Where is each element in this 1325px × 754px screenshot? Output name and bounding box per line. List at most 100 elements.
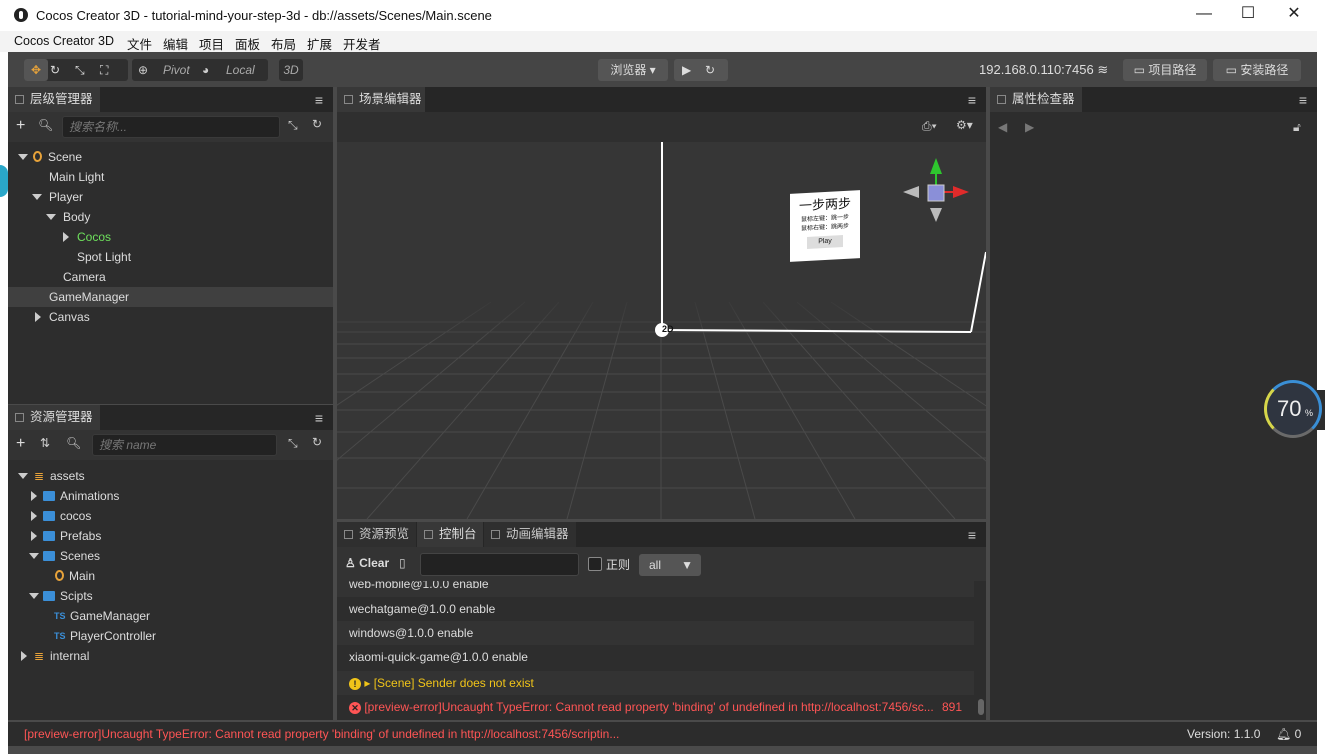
collapsed-arrow-icon[interactable] xyxy=(35,312,41,322)
tab-hierarchy[interactable]: 层级管理器 xyxy=(8,87,100,112)
gear-icon[interactable]: ⚙▾ xyxy=(956,118,973,132)
menu-cocos[interactable]: Cocos Creator 3D xyxy=(14,34,114,48)
panel-menu-icon[interactable]: ≡ xyxy=(968,527,976,543)
local-toggle[interactable]: Local xyxy=(226,59,255,81)
notification-bell[interactable]: 🔔︎ 0 xyxy=(1276,727,1301,741)
panel-menu-icon[interactable]: ≡ xyxy=(968,92,976,108)
tab-assets[interactable]: 资源管理器 xyxy=(8,405,100,430)
mode-3d-button[interactable]: 3D xyxy=(279,59,303,81)
search-filter-icon[interactable]: 🔍︎ xyxy=(66,436,81,450)
refresh-icon[interactable]: ↻ xyxy=(312,117,322,131)
hierarchy-search-input[interactable]: 搜索名称... xyxy=(62,116,280,138)
menu-edit[interactable]: 编辑 xyxy=(163,34,188,53)
menu-project[interactable]: 项目 xyxy=(199,34,224,53)
tree-node-body[interactable]: Body xyxy=(8,207,333,227)
warning-line[interactable]: ! ▸ [Scene] Sender does not exist xyxy=(337,671,974,695)
globe-icon[interactable]: ◕ xyxy=(202,59,209,81)
asset-node-playercontroller[interactable]: TS PlayerController xyxy=(8,626,333,646)
tree-node-player[interactable]: Player xyxy=(8,187,333,207)
forward-arrow-icon[interactable]: ▶ xyxy=(1025,120,1034,134)
refresh-icon[interactable]: ↻ xyxy=(705,59,715,81)
pivot-toggle[interactable]: Pivot xyxy=(163,59,190,81)
expand-arrow-icon[interactable] xyxy=(29,593,39,599)
minimize-button[interactable]: — xyxy=(1190,5,1218,23)
collapsed-arrow-icon[interactable] xyxy=(31,491,37,501)
camera-icon[interactable]: ⎙▾ xyxy=(922,119,937,134)
tab-scene-editor[interactable]: 场景编辑器 xyxy=(337,87,425,112)
assets-search-input[interactable]: 搜索 name xyxy=(92,434,277,456)
collapsed-arrow-icon[interactable] xyxy=(31,531,37,541)
menu-extension[interactable]: 扩展 xyxy=(307,34,332,53)
folder-icon xyxy=(43,491,55,501)
search-filter-icon[interactable]: 🔍︎ xyxy=(38,118,53,132)
rotate-tool-icon[interactable]: ↻ xyxy=(50,59,60,81)
sort-icon[interactable]: ⇅ xyxy=(40,436,50,450)
tree-node-spot-light[interactable]: Spot Light xyxy=(8,247,333,267)
project-path-button[interactable]: ▭ 项目路径 xyxy=(1123,59,1207,81)
refresh-icon[interactable]: ↻ xyxy=(312,435,322,449)
tab-animation-editor[interactable]: 动画编辑器 xyxy=(484,522,576,547)
view-gizmo[interactable] xyxy=(903,158,969,222)
maximize-button[interactable]: ☐ xyxy=(1234,3,1262,23)
tree-node-main-light[interactable]: Main Light xyxy=(8,167,333,187)
asset-node-cocos[interactable]: cocos xyxy=(8,506,333,526)
close-button[interactable]: ✕ xyxy=(1280,3,1308,23)
rect-tool-icon[interactable]: ⛶ xyxy=(100,59,108,81)
log-level-select[interactable]: all ▼ xyxy=(639,554,701,576)
performance-badge[interactable]: 70 % xyxy=(1264,380,1322,438)
tree-node-cocos[interactable]: Cocos xyxy=(8,227,333,247)
panel-menu-icon[interactable]: ≡ xyxy=(315,92,323,108)
console-scrollbar[interactable] xyxy=(978,699,984,715)
asset-node-main[interactable]: Main xyxy=(8,566,333,586)
asset-node-scipts[interactable]: Scipts xyxy=(8,586,333,606)
status-error-text[interactable]: [preview-error]Uncaught TypeError: Canno… xyxy=(24,727,619,741)
install-path-button[interactable]: ▭ 安装路径 xyxy=(1213,59,1301,81)
asset-node-assets[interactable]: ≣ assets xyxy=(8,466,333,486)
collapsed-arrow-icon[interactable] xyxy=(63,232,69,242)
tab-inspector[interactable]: 属性检查器 xyxy=(990,87,1082,112)
panel-menu-icon[interactable]: ≡ xyxy=(315,410,323,426)
move-tool-icon[interactable]: ✥ xyxy=(24,59,48,81)
play-icon[interactable]: ▶ xyxy=(682,59,691,81)
tab-asset-preview[interactable]: 资源预览 xyxy=(337,522,416,547)
clear-button[interactable]: ♙ Clear xyxy=(345,556,389,570)
menu-layout[interactable]: 布局 xyxy=(271,34,296,53)
lock-icon[interactable]: 🔓︎ xyxy=(1293,120,1301,135)
pivot-icon[interactable]: ⊕ xyxy=(138,59,148,81)
tree-node-gamemanager[interactable]: GameManager xyxy=(8,287,333,307)
expand-arrow-icon[interactable] xyxy=(32,194,42,200)
panel-menu-icon[interactable]: ≡ xyxy=(1299,92,1307,108)
tab-console[interactable]: 控制台 xyxy=(417,522,483,547)
collapse-icon[interactable]: ⤡ xyxy=(288,118,298,133)
collapsed-arrow-icon[interactable] xyxy=(21,651,27,661)
expand-arrow-icon[interactable] xyxy=(18,473,28,479)
expand-arrow-icon[interactable]: ▸ xyxy=(364,676,370,690)
expand-arrow-icon[interactable] xyxy=(18,154,28,160)
expand-arrow-icon[interactable] xyxy=(29,553,39,559)
scene-viewport[interactable]: 2D 一步两步 鼠标左键：跳一步 鼠标右键：跳两步 Play xyxy=(337,142,986,519)
expand-arrow-icon[interactable] xyxy=(46,214,56,220)
open-log-icon[interactable]: ▯ xyxy=(399,556,406,570)
asset-node-gamemanager[interactable]: TS GameManager xyxy=(8,606,333,626)
asset-node-internal[interactable]: ≣ internal xyxy=(8,646,333,666)
console-toolbar: ♙ Clear ▯ 正则 all ▼ xyxy=(337,547,986,581)
asset-node-scenes[interactable]: Scenes xyxy=(8,546,333,566)
error-line[interactable]: ✕ [preview-error]Uncaught TypeError: Can… xyxy=(337,695,974,719)
menu-panel[interactable]: 面板 xyxy=(235,34,260,53)
add-node-icon[interactable]: + xyxy=(16,117,25,135)
asset-node-prefabs[interactable]: Prefabs xyxy=(8,526,333,546)
collapse-icon[interactable]: ⤡ xyxy=(288,436,298,451)
asset-node-animations[interactable]: Animations xyxy=(8,486,333,506)
menu-developer[interactable]: 开发者 xyxy=(343,34,381,53)
back-arrow-icon[interactable]: ◀ xyxy=(998,120,1007,134)
console-filter-input[interactable] xyxy=(420,553,579,576)
regex-checkbox[interactable] xyxy=(588,557,602,571)
collapsed-arrow-icon[interactable] xyxy=(31,511,37,521)
menu-file[interactable]: 文件 xyxy=(127,34,152,53)
browser-select[interactable]: 浏览器 ▾ xyxy=(598,59,668,81)
tree-node-canvas[interactable]: Canvas xyxy=(8,307,333,327)
tree-node-scene[interactable]: Scene xyxy=(8,147,333,167)
tree-node-camera[interactable]: Camera xyxy=(8,267,333,287)
scale-tool-icon[interactable]: ⤡ xyxy=(75,59,85,81)
add-asset-icon[interactable]: + xyxy=(16,435,25,453)
